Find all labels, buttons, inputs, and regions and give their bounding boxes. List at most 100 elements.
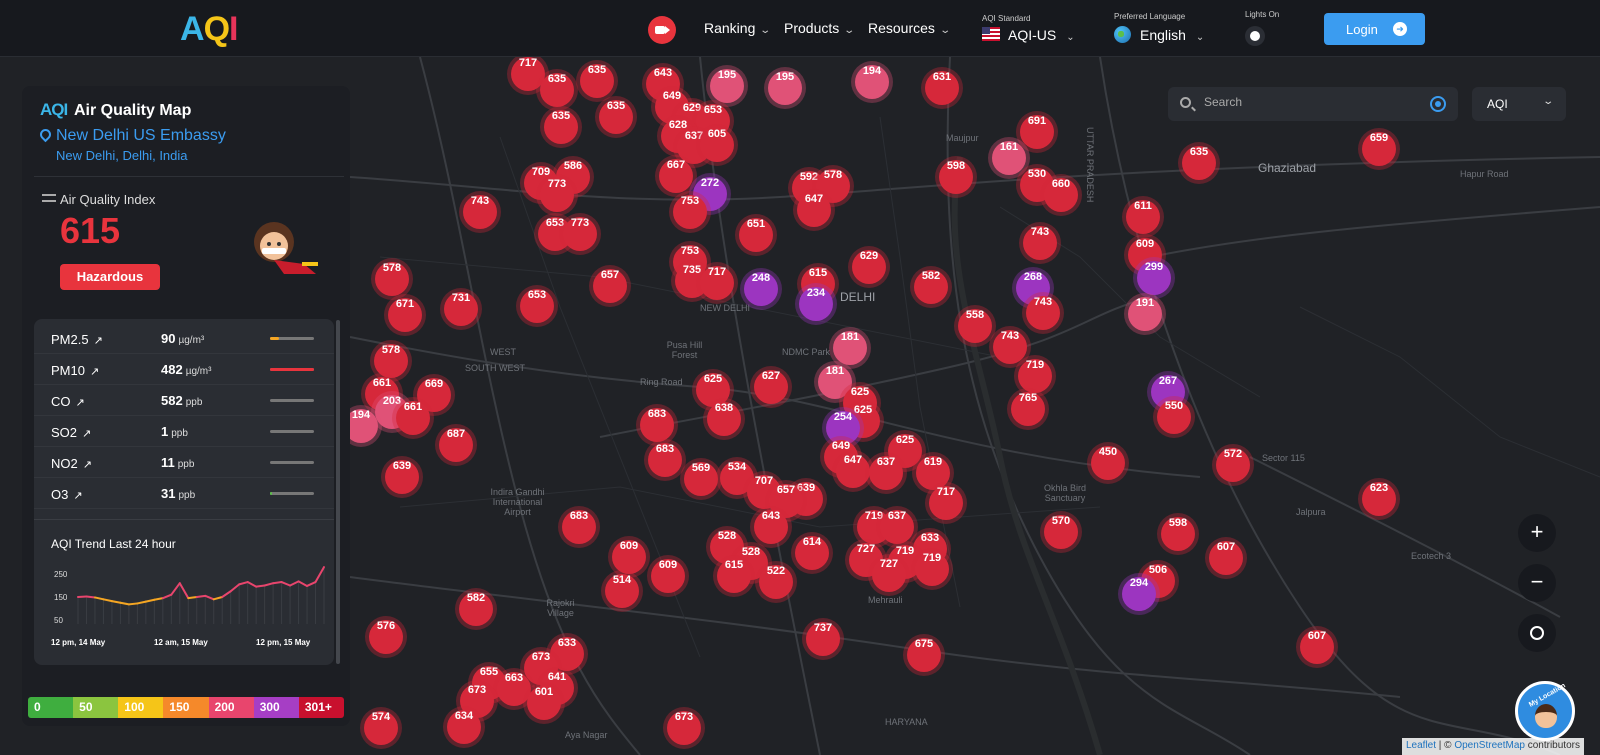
aqi-marker[interactable]: 569 bbox=[684, 462, 718, 496]
aqi-marker[interactable]: 450 bbox=[1091, 446, 1125, 480]
nav-resources[interactable]: Resources ⌄ bbox=[868, 20, 951, 36]
aqi-marker[interactable]: 609 bbox=[612, 540, 646, 574]
aqi-marker[interactable]: 572 bbox=[1216, 448, 1250, 482]
aqi-marker[interactable]: 619 bbox=[916, 456, 950, 490]
aqi-marker[interactable]: 637 bbox=[869, 456, 903, 490]
aqi-marker[interactable]: 737 bbox=[806, 622, 840, 656]
aqi-marker[interactable]: 671 bbox=[388, 298, 422, 332]
aqi-marker[interactable]: 578 bbox=[374, 344, 408, 378]
aqi-marker[interactable]: 743 bbox=[463, 195, 497, 229]
pollutant-row[interactable]: CO ↗ 582 ppb bbox=[34, 385, 334, 416]
aqi-marker[interactable]: 651 bbox=[739, 218, 773, 252]
zoom-out-button[interactable]: − bbox=[1518, 564, 1556, 602]
aqi-marker[interactable]: 719 bbox=[915, 552, 949, 586]
aqi-marker[interactable]: 647 bbox=[836, 454, 870, 488]
aqi-marker[interactable]: 607 bbox=[1209, 541, 1243, 575]
pollutant-row[interactable]: O3 ↗ 31 ppb bbox=[34, 478, 334, 509]
aqi-marker[interactable]: 765 bbox=[1011, 392, 1045, 426]
nav-ranking[interactable]: Ranking ⌄ bbox=[704, 20, 771, 36]
aqi-marker[interactable]: 660 bbox=[1044, 178, 1078, 212]
aqi-standard-select[interactable]: AQI-US ⌄ bbox=[1008, 27, 1075, 43]
osm-link[interactable]: OpenStreetMap bbox=[1454, 740, 1525, 751]
aqi-marker[interactable]: 574 bbox=[364, 711, 398, 745]
aqi-marker[interactable]: 598 bbox=[1161, 517, 1195, 551]
aqi-marker[interactable]: 601 bbox=[527, 686, 561, 720]
aqi-marker[interactable]: 635 bbox=[580, 64, 614, 98]
aqi-marker[interactable]: 607 bbox=[1300, 630, 1334, 664]
aqi-marker[interactable]: 576 bbox=[369, 620, 403, 654]
metric-select[interactable]: AQI ⌄ bbox=[1472, 87, 1566, 121]
aqi-marker[interactable]: 181 bbox=[833, 331, 867, 365]
nav-products[interactable]: Products ⌄ bbox=[784, 20, 855, 36]
search-bar[interactable] bbox=[1168, 87, 1458, 121]
aqi-marker[interactable]: 558 bbox=[958, 309, 992, 343]
aqi-marker[interactable]: 731 bbox=[444, 292, 478, 326]
aqi-marker[interactable]: 514 bbox=[605, 574, 639, 608]
aqi-marker[interactable]: 294 bbox=[1122, 577, 1156, 611]
language-select[interactable]: English ⌄ bbox=[1140, 27, 1204, 43]
aqi-marker[interactable]: 643 bbox=[754, 510, 788, 544]
aqi-marker[interactable]: 631 bbox=[925, 71, 959, 105]
pollutant-row[interactable]: NO2 ↗ 11 ppb bbox=[34, 447, 334, 478]
aqi-marker[interactable]: 659 bbox=[1362, 132, 1396, 166]
zoom-in-button[interactable]: + bbox=[1518, 514, 1556, 552]
aqi-marker[interactable]: 634 bbox=[447, 710, 481, 744]
aqi-marker[interactable]: 667 bbox=[659, 159, 693, 193]
aqi-marker[interactable]: 550 bbox=[1157, 400, 1191, 434]
aqi-marker[interactable]: 683 bbox=[640, 408, 674, 442]
aqi-marker[interactable]: 743 bbox=[993, 330, 1027, 364]
aqi-marker[interactable]: 611 bbox=[1126, 200, 1160, 234]
aqi-marker[interactable]: 683 bbox=[648, 443, 682, 477]
aqi-marker[interactable]: 615 bbox=[717, 559, 751, 593]
aqi-marker[interactable]: 195 bbox=[768, 71, 802, 105]
aqi-marker[interactable]: 623 bbox=[1362, 482, 1396, 516]
aqi-marker[interactable]: 614 bbox=[795, 536, 829, 570]
aqi-marker[interactable]: 578 bbox=[375, 262, 409, 296]
live-video-button[interactable] bbox=[648, 16, 676, 44]
aqi-marker[interactable]: 719 bbox=[1018, 359, 1052, 393]
aqi-marker[interactable]: 647 bbox=[797, 193, 831, 227]
aqi-marker[interactable]: 661 bbox=[396, 401, 430, 435]
login-button[interactable]: Login ➜ bbox=[1324, 13, 1425, 45]
aqi-marker[interactable]: 627 bbox=[754, 370, 788, 404]
aqi-marker[interactable]: 637 bbox=[880, 510, 914, 544]
aqi-logo[interactable]: AQI bbox=[180, 10, 239, 49]
aqi-marker[interactable]: 657 bbox=[593, 269, 627, 303]
aqi-marker[interactable]: 727 bbox=[872, 558, 906, 592]
locate-button[interactable] bbox=[1518, 614, 1556, 652]
aqi-marker[interactable]: 161 bbox=[992, 141, 1026, 175]
crosshair-icon[interactable] bbox=[1430, 96, 1446, 112]
aqi-marker[interactable]: 773 bbox=[563, 217, 597, 251]
aqi-marker[interactable]: 605 bbox=[700, 128, 734, 162]
leaflet-link[interactable]: Leaflet bbox=[1406, 740, 1436, 751]
aqi-marker[interactable]: 635 bbox=[1182, 146, 1216, 180]
aqi-marker[interactable]: 673 bbox=[667, 711, 701, 745]
aqi-marker[interactable]: 194 bbox=[855, 65, 889, 99]
panel-scrollbar[interactable] bbox=[336, 320, 340, 664]
aqi-marker[interactable]: 582 bbox=[914, 270, 948, 304]
aqi-marker[interactable]: 653 bbox=[520, 289, 554, 323]
aqi-marker[interactable]: 753 bbox=[673, 195, 707, 229]
my-location-button[interactable]: My Location bbox=[1515, 681, 1575, 741]
aqi-marker[interactable]: 717 bbox=[929, 486, 963, 520]
aqi-marker[interactable]: 195 bbox=[710, 69, 744, 103]
aqi-marker[interactable]: 638 bbox=[707, 402, 741, 436]
aqi-marker[interactable]: 675 bbox=[907, 638, 941, 672]
aqi-marker[interactable]: 191 bbox=[1128, 297, 1162, 331]
aqi-marker[interactable]: 582 bbox=[459, 592, 493, 626]
aqi-marker[interactable]: 609 bbox=[651, 559, 685, 593]
lights-toggle[interactable] bbox=[1245, 26, 1265, 46]
aqi-marker[interactable]: 522 bbox=[759, 565, 793, 599]
pollutant-row[interactable]: PM2.5 ↗ 90 µg/m³ bbox=[34, 323, 334, 354]
aqi-marker[interactable]: 683 bbox=[562, 510, 596, 544]
aqi-marker[interactable]: 299 bbox=[1137, 261, 1171, 295]
pollutant-row[interactable]: SO2 ↗ 1 ppb bbox=[34, 416, 334, 447]
station-name[interactable]: New Delhi US Embassy bbox=[56, 127, 226, 145]
aqi-marker[interactable]: 773 bbox=[540, 178, 574, 212]
aqi-marker[interactable]: 639 bbox=[385, 460, 419, 494]
aqi-marker[interactable]: 248 bbox=[744, 272, 778, 306]
pollutant-row[interactable]: PM10 ↗ 482 µg/m³ bbox=[34, 354, 334, 385]
aqi-marker[interactable]: 743 bbox=[1023, 226, 1057, 260]
aqi-marker[interactable]: 570 bbox=[1044, 515, 1078, 549]
aqi-marker[interactable]: 635 bbox=[540, 73, 574, 107]
